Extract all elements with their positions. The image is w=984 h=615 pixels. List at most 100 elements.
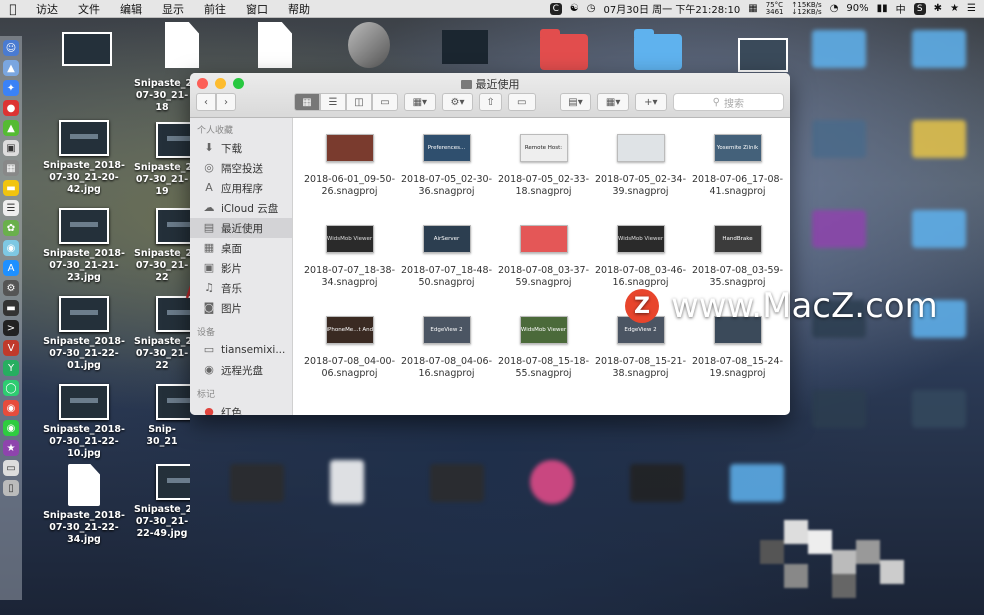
column-view-button[interactable]: ◫ bbox=[346, 93, 372, 111]
desktop-file-2[interactable] bbox=[258, 22, 292, 68]
trash-dock-icon[interactable]: ▯ bbox=[3, 480, 19, 496]
sidebar-item[interactable]: ◎ 隔空投送 bbox=[190, 158, 292, 178]
icon-view-button[interactable]: ▦ bbox=[294, 93, 320, 111]
app4-dock-icon[interactable]: Y bbox=[3, 360, 19, 376]
search-field[interactable]: ⚲ 搜索 bbox=[672, 93, 784, 111]
app-dock-icon[interactable]: ● bbox=[3, 100, 19, 116]
file-dock-icon[interactable]: ▭ bbox=[3, 460, 19, 476]
menu-file[interactable]: 文件 bbox=[68, 1, 110, 17]
back-button[interactable]: ‹ bbox=[196, 93, 216, 111]
globe-icon[interactable]: ☯ bbox=[570, 3, 579, 14]
menu-go[interactable]: 前往 bbox=[194, 1, 236, 17]
file-item[interactable]: WidsMob Viewer 2018-07-08_15-18-55.snagpr… bbox=[495, 312, 592, 403]
sidebar-item[interactable]: ▭ tiansemixi... bbox=[190, 340, 292, 360]
archive-button[interactable]: ▦▾ bbox=[597, 93, 629, 111]
datetime[interactable]: 07月30日 周一 下午21:28:10 bbox=[604, 1, 741, 16]
installer-icon[interactable] bbox=[348, 22, 390, 68]
action-gear-button[interactable]: ⚙▾ bbox=[441, 93, 474, 111]
appstore-dock-icon[interactable]: A bbox=[3, 260, 19, 276]
gallery-view-button[interactable]: ▭ bbox=[372, 93, 398, 111]
textedit-dock-icon[interactable]: ☰ bbox=[3, 200, 19, 216]
share-button[interactable]: ⇧ bbox=[479, 93, 502, 111]
battery-icon[interactable]: ▮▮ bbox=[877, 3, 888, 14]
photos-dock-icon[interactable]: ✿ bbox=[3, 220, 19, 236]
activity-dock-icon[interactable]: ▬ bbox=[3, 300, 19, 316]
file-item[interactable]: EdgeView 2 2018-07-08_04-06-16.snagproj bbox=[398, 312, 495, 403]
add-button[interactable]: +▾ bbox=[634, 93, 667, 111]
bluetooth-icon[interactable]: ✱ bbox=[934, 3, 942, 14]
calendar-icon[interactable]: ▦ bbox=[748, 3, 757, 14]
file-item[interactable]: 2018-06-01_09-50-26.snagproj bbox=[301, 130, 398, 221]
sidebar-item[interactable]: ☁ iCloud 云盘 bbox=[190, 198, 292, 218]
file-item[interactable]: WidsMob Viewer 2018-07-07_18-38-34.snagpr… bbox=[301, 221, 398, 312]
desktop-icon[interactable]: Snipaste_2018-07-30_21-22-01.jpg bbox=[36, 296, 132, 372]
file-item[interactable]: Remote Host: 2018-07-05_02-33-18.snagproj bbox=[495, 130, 592, 221]
desktop-icon[interactable]: Snipaste_2018-07-30_21-22 bbox=[134, 296, 190, 372]
notification-icon[interactable]: ☰ bbox=[967, 3, 976, 14]
desktop-icon[interactable]: Snipaste_2018-07-30_21-21-23.jpg bbox=[36, 208, 132, 284]
notes-dock-icon[interactable]: ▬ bbox=[3, 180, 19, 196]
menu-view[interactable]: 显示 bbox=[152, 1, 194, 17]
safari-dock-icon[interactable]: ✦ bbox=[3, 80, 19, 96]
s-app-icon[interactable]: S bbox=[913, 2, 926, 15]
sidebar-item[interactable]: ▦ 桌面 bbox=[190, 238, 292, 258]
desktop-icon[interactable]: Snipaste_2018-07-30_21-20-42.jpg bbox=[36, 120, 132, 196]
app5-dock-icon[interactable]: ◯ bbox=[3, 380, 19, 396]
finder-dock-icon[interactable]: ☺ bbox=[3, 40, 19, 56]
wifi-icon[interactable]: ◔ bbox=[830, 3, 839, 14]
sidebar-item[interactable]: ◉ 远程光盘 bbox=[190, 360, 292, 380]
menu-help[interactable]: 帮助 bbox=[278, 1, 320, 17]
desktop-icon[interactable]: Snipaste_2018-07-30_21-22-34.jpg bbox=[36, 464, 132, 546]
file-item[interactable]: AirServer 2018-07-07_18-48-50.snagproj bbox=[398, 221, 495, 312]
desktop-thumb-1[interactable] bbox=[62, 32, 112, 66]
weibo-dock-icon[interactable]: ◉ bbox=[3, 400, 19, 416]
file-item[interactable]: 2018-07-05_02-34-39.snagproj bbox=[592, 130, 689, 221]
sidebar-item[interactable]: ▣ 影片 bbox=[190, 258, 292, 278]
red-folder-icon[interactable] bbox=[540, 29, 588, 70]
sidebar-item[interactable]: ⬇ 下载 bbox=[190, 138, 292, 158]
desktop-icon[interactable]: Snipaste_2018-07-30_21-19 bbox=[134, 122, 190, 198]
c-app-icon[interactable]: C bbox=[549, 2, 562, 15]
app3-dock-icon[interactable]: ◉ bbox=[3, 240, 19, 256]
spotlight-icon[interactable]: ★ bbox=[950, 3, 959, 14]
sidebar-item[interactable]: ● 红色 bbox=[190, 402, 292, 416]
desktop-icon[interactable]: Snip-30_21 bbox=[134, 384, 190, 448]
file-item[interactable]: 2018-07-08_03-37-59.snagproj bbox=[495, 221, 592, 312]
desktop-thumb-3[interactable] bbox=[738, 38, 788, 72]
desktop-icon[interactable]: Snipaste_2018-07-30_21-22 bbox=[134, 208, 190, 284]
desktop-thumb-2[interactable] bbox=[442, 30, 488, 64]
desktop-icon-label: Snipaste_2018-07-30_21-20-42.jpg bbox=[43, 160, 125, 195]
desktop-icon[interactable]: Snipaste_2018-07-30_21-22-49.jpg bbox=[134, 464, 190, 540]
sidebar-item[interactable]: A 应用程序 bbox=[190, 178, 292, 198]
menu-edit[interactable]: 编辑 bbox=[110, 1, 152, 17]
desktop-icon[interactable]: Snipaste_2018-07-30_21-22-10.jpg bbox=[36, 384, 132, 460]
menu-finder[interactable]: 访达 bbox=[26, 1, 68, 17]
menu-window[interactable]: 窗口 bbox=[236, 1, 278, 17]
group-button[interactable]: ▦▾ bbox=[404, 93, 436, 111]
desktop-file-1[interactable] bbox=[165, 22, 199, 68]
android-dock-icon[interactable]: ▲ bbox=[3, 120, 19, 136]
file-item[interactable]: iPhoneMe...t Android 2018-07-08_04-00-06.… bbox=[301, 312, 398, 403]
file-item[interactable]: Preferences... 2018-07-05_02-30-36.snagpr… bbox=[398, 130, 495, 221]
list-view-button[interactable]: ☰ bbox=[320, 93, 346, 111]
app2-dock-icon[interactable]: ▦ bbox=[3, 160, 19, 176]
launchpad-dock-icon[interactable]: ▲ bbox=[3, 60, 19, 76]
clock-icon[interactable]: ◷ bbox=[587, 3, 596, 14]
terminal-dock-icon[interactable]: > bbox=[3, 320, 19, 336]
blue-folder-icon[interactable] bbox=[634, 29, 682, 70]
apple-icon[interactable]:  bbox=[0, 2, 26, 16]
preview-dock-icon[interactable]: ▣ bbox=[3, 140, 19, 156]
file-item[interactable]: Yosemite Zilnik 2018-07-06_17-08-41.snagp… bbox=[689, 130, 786, 221]
tag-button[interactable]: ▭ bbox=[507, 93, 536, 111]
forward-button[interactable]: › bbox=[216, 93, 236, 111]
imovie-dock-icon[interactable]: ★ bbox=[3, 440, 19, 456]
vivaldi-dock-icon[interactable]: V bbox=[3, 340, 19, 356]
preview-app-button[interactable]: ▤▾ bbox=[559, 93, 592, 111]
sidebar-item[interactable]: ◙ 图片 bbox=[190, 298, 292, 318]
desktop-icon[interactable]: Snipaste_2018-07-30_21-18 bbox=[134, 78, 190, 114]
wechat-dock-icon[interactable]: ◉ bbox=[3, 420, 19, 436]
sidebar-item[interactable]: ▤ 最近使用 bbox=[190, 218, 292, 238]
sidebar-item[interactable]: ♫ 音乐 bbox=[190, 278, 292, 298]
input-method[interactable]: 中 bbox=[896, 1, 906, 16]
settings-dock-icon[interactable]: ⚙ bbox=[3, 280, 19, 296]
